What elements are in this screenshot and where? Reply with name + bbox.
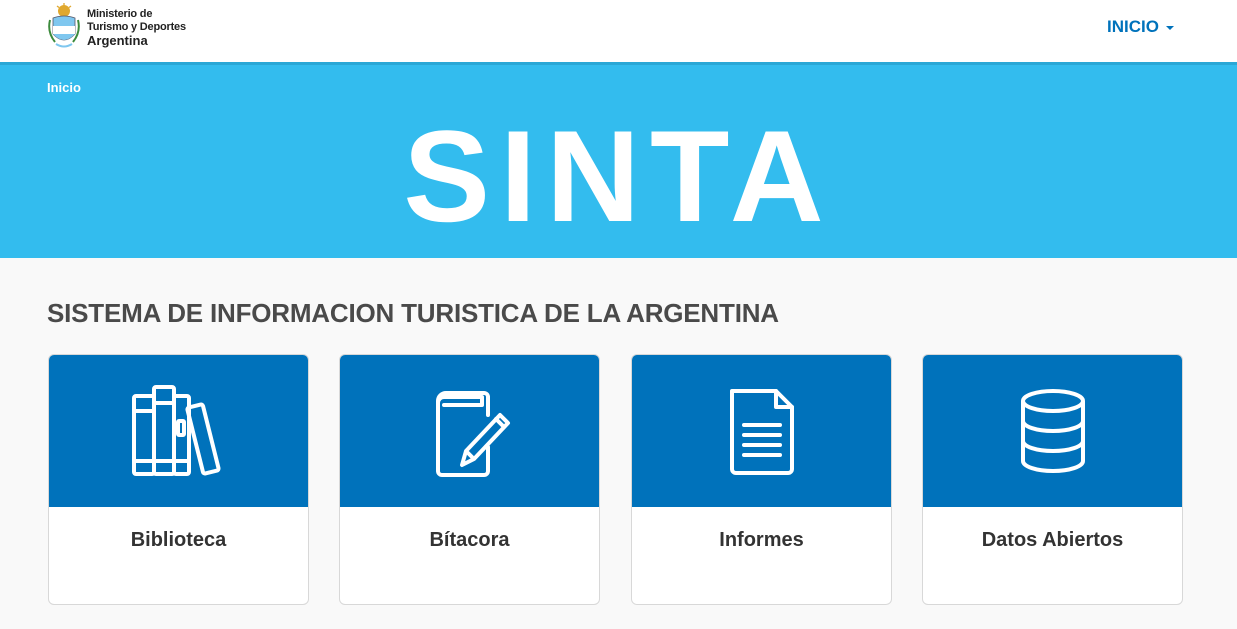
- card-informes[interactable]: Informes: [631, 354, 892, 605]
- ministry-logo[interactable]: Ministerio de Turismo y Deportes Argenti…: [47, 2, 186, 52]
- logo-line-1: Ministerio de: [87, 7, 153, 20]
- logo-line-3: Argentina: [87, 32, 148, 48]
- nav-inicio-dropdown[interactable]: INICIO: [1107, 17, 1174, 37]
- logo-line-2: Turismo y Deportes: [87, 20, 186, 33]
- breadcrumb-inicio[interactable]: Inicio: [47, 80, 81, 95]
- card-header: [632, 355, 891, 507]
- caret-down-icon: [1166, 26, 1174, 30]
- card-datos-abiertos[interactable]: Datos Abiertos: [922, 354, 1183, 605]
- card-label: Biblioteca: [130, 529, 227, 551]
- books-icon: [131, 385, 221, 476]
- card-header: [340, 355, 599, 507]
- card-bitacora[interactable]: Bítacora: [339, 354, 600, 605]
- card-header: [49, 355, 308, 507]
- top-navbar: Ministerio de Turismo y Deportes Argenti…: [0, 0, 1237, 62]
- page-heading: SISTEMA DE INFORMACION TURISTICA DE LA A…: [47, 298, 779, 328]
- card-biblioteca[interactable]: Biblioteca: [48, 354, 309, 605]
- card-label: Informes: [719, 529, 804, 551]
- notebook-pencil-icon: [435, 391, 510, 477]
- document-icon: [729, 389, 794, 475]
- hero-title: SINTA: [403, 103, 834, 249]
- database-icon: [1020, 389, 1085, 473]
- card-header: [923, 355, 1182, 507]
- card-label: Bítacora: [429, 529, 510, 551]
- nav-inicio-label: INICIO: [1107, 17, 1159, 36]
- coat-of-arms-icon: [48, 3, 80, 48]
- hero-banner: Inicio SINTA: [0, 62, 1237, 258]
- card-label: Datos Abiertos: [981, 529, 1124, 551]
